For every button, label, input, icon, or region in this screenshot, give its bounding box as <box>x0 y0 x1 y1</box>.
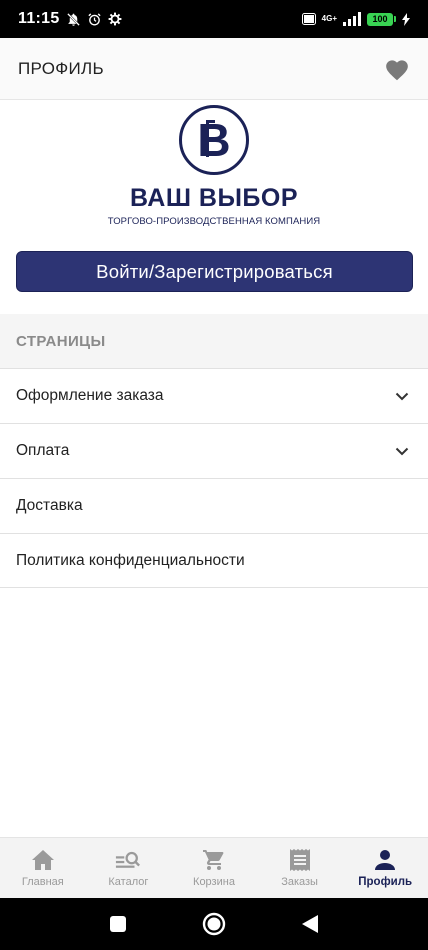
nav-item-catalog[interactable]: Каталог <box>86 838 172 898</box>
battery-icon: 100 <box>367 12 396 26</box>
charging-icon <box>402 12 410 26</box>
bell-off-icon <box>66 12 81 27</box>
chevron-down-icon <box>394 443 410 459</box>
home-button[interactable] <box>199 909 229 939</box>
brand-logo-mark: В <box>179 105 249 175</box>
brand-logo: В ВАШ ВЫБОР ТОРГОВО-ПРОИЗВОДСТВЕННАЯ КОМ… <box>0 104 428 227</box>
network-type: 4G+ <box>321 14 337 23</box>
pages-section-title: СТРАНИЦЫ <box>16 332 106 350</box>
login-register-button[interactable]: Войти/Зарегистрироваться <box>16 251 413 292</box>
page-item-privacy-policy[interactable]: Политика конфиденциальности <box>0 533 428 588</box>
recent-apps-button[interactable] <box>103 909 133 939</box>
page-item-label: Политика конфиденциальности <box>16 551 245 569</box>
cart-icon <box>201 848 227 872</box>
person-icon <box>372 848 398 872</box>
catalog-search-icon <box>115 848 141 872</box>
brand-tagline: ТОРГОВО-ПРОИЗВОДСТВЕННАЯ КОМПАНИЯ <box>107 216 321 227</box>
page-title: ПРОФИЛЬ <box>18 58 104 78</box>
system-navigation-bar <box>0 898 428 950</box>
app-screen: 11:15 4G+ 100 ПРОФИЛЬ В ВАШ ВЫБОР ТОРГОВ… <box>0 0 428 950</box>
nav-item-home[interactable]: Главная <box>0 838 86 898</box>
volte-icon <box>301 13 316 25</box>
nav-label: Корзина <box>193 876 235 888</box>
nav-label: Каталог <box>108 876 149 888</box>
status-bar: 11:15 4G+ 100 <box>0 0 428 38</box>
status-right: 4G+ 100 <box>301 12 410 26</box>
nav-label: Заказы <box>281 876 318 888</box>
nav-item-orders[interactable]: Заказы <box>257 838 343 898</box>
page-item-label: Оформление заказа <box>16 387 164 404</box>
pages-section-header: СТРАНИЦЫ <box>0 314 428 368</box>
nav-label: Главная <box>21 876 64 888</box>
alarm-icon <box>87 12 102 27</box>
chevron-down-icon <box>394 388 410 404</box>
bottom-navigation: Главная Каталог Корзина Заказы Профиль <box>0 837 428 898</box>
status-left: 11:15 <box>18 10 122 28</box>
brand-name: ВАШ ВЫБОР <box>129 184 299 212</box>
nav-label: Профиль <box>358 876 413 888</box>
orders-icon <box>287 848 313 872</box>
back-button[interactable] <box>295 909 325 939</box>
page-item-label: Доставка <box>16 497 83 514</box>
settings-icon <box>108 12 122 26</box>
page-item-label: Оплата <box>16 442 70 459</box>
battery-level: 100 <box>367 12 393 26</box>
page-item-delivery[interactable]: Доставка <box>0 478 428 533</box>
app-header: ПРОФИЛЬ <box>0 38 428 100</box>
favorites-heart-icon[interactable] <box>382 54 412 84</box>
page-item-payment[interactable]: Оплата <box>0 423 428 478</box>
signal-icon <box>343 12 361 26</box>
battery-tip <box>394 16 396 22</box>
nav-item-cart[interactable]: Корзина <box>171 838 257 898</box>
nav-item-profile[interactable]: Профиль <box>342 838 428 898</box>
pages-list: Оформление заказа Оплата Доставка Полити… <box>0 368 428 588</box>
home-icon <box>30 848 56 872</box>
page-item-order-checkout[interactable]: Оформление заказа <box>0 368 428 423</box>
status-time: 11:15 <box>18 10 60 27</box>
